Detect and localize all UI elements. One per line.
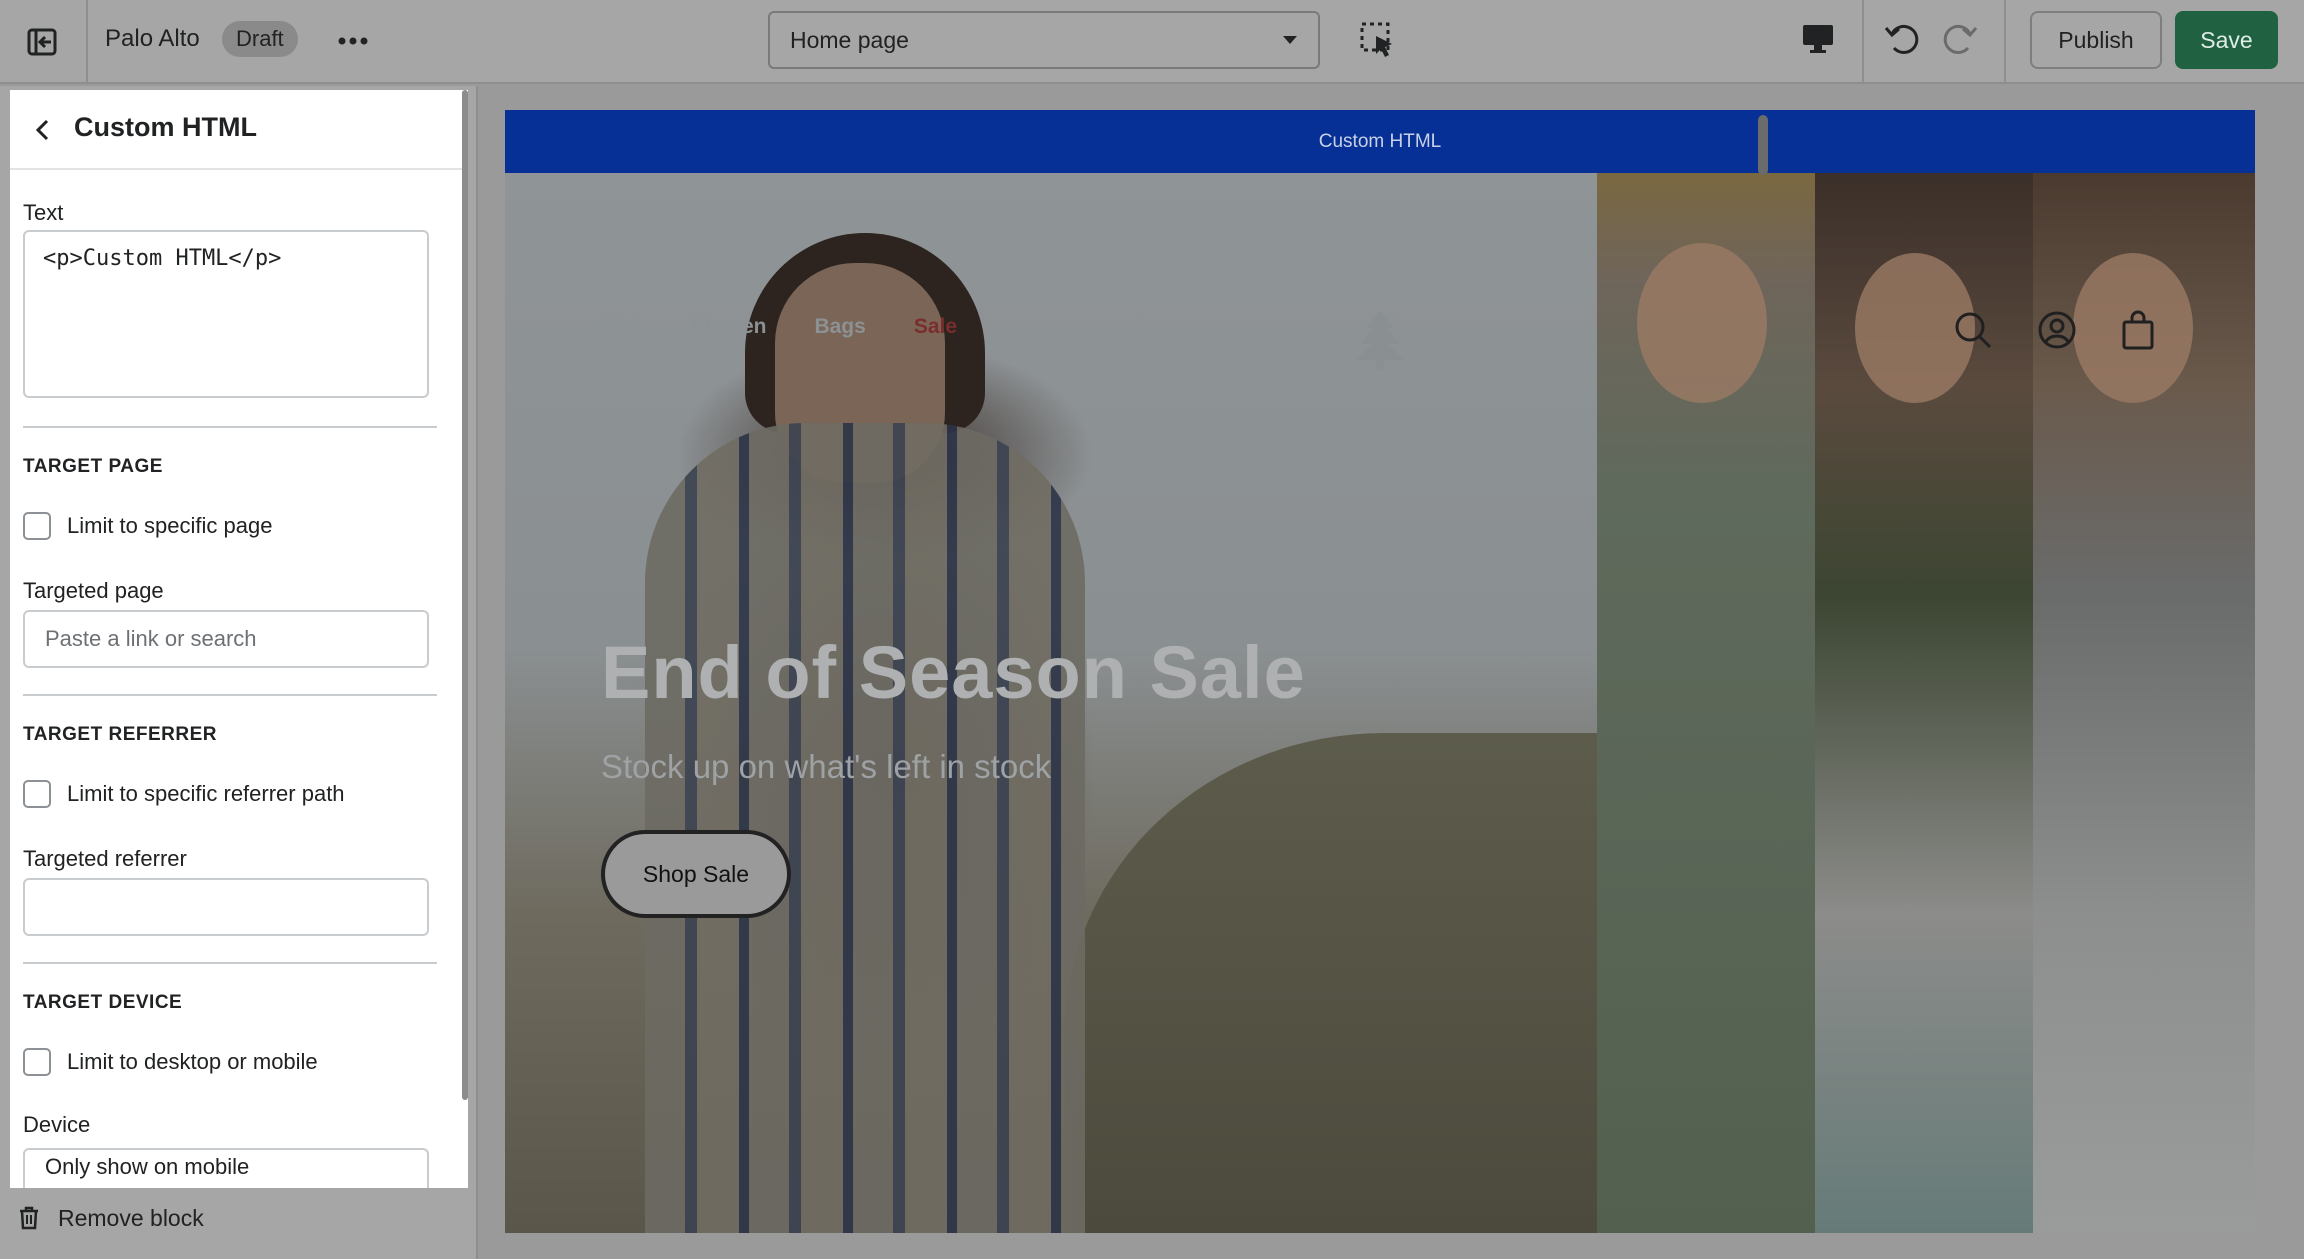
- chevron-left-icon: [35, 119, 49, 141]
- block-settings-panel: Custom HTML Text <p>Custom HTML</p> TARG…: [10, 90, 468, 1188]
- undo-icon: [1884, 24, 1919, 54]
- exit-editor-button[interactable]: [16, 18, 68, 66]
- panel-title: Custom HTML: [74, 112, 257, 142]
- nav-bags[interactable]: Bags: [814, 315, 865, 339]
- model-1-face: [1637, 243, 1767, 403]
- top-bar: Palo Alto Draft Home page Publish Save: [0, 0, 2304, 84]
- limit-device-checkbox[interactable]: [23, 1048, 51, 1076]
- publish-button[interactable]: Publish: [2030, 11, 2162, 69]
- model-1: [1597, 173, 1815, 1233]
- store-name: Palo Alto: [105, 25, 200, 52]
- remove-block-button[interactable]: Remove block: [18, 1200, 204, 1236]
- store-nav: Men Women Bags Sale: [601, 315, 957, 339]
- divider: [2004, 0, 2006, 84]
- limit-page-label: Limit to specific page: [67, 513, 273, 538]
- ellipsis-icon: [338, 37, 368, 45]
- device-select[interactable]: Only show on mobile: [23, 1148, 429, 1188]
- nav-sale[interactable]: Sale: [914, 315, 957, 339]
- inspector-button[interactable]: [1358, 20, 1398, 62]
- undo-button[interactable]: [1882, 18, 1926, 62]
- preview-scrollbar[interactable]: [1757, 110, 1769, 1233]
- search-icon[interactable]: [1953, 310, 1993, 350]
- hero-subtitle: Stock up on what's left in stock: [601, 748, 1052, 785]
- html-textarea[interactable]: <p>Custom HTML</p>: [23, 230, 429, 398]
- limit-device-checkbox-row[interactable]: Limit to desktop or mobile: [23, 1046, 318, 1078]
- target-device-heading: TARGET DEVICE: [23, 992, 183, 1013]
- device-label: Device: [23, 1112, 91, 1137]
- hero-hill: [1065, 733, 1597, 1233]
- divider: [23, 426, 437, 428]
- limit-device-label: Limit to desktop or mobile: [67, 1049, 318, 1074]
- custom-html-block[interactable]: Custom HTML: [505, 110, 2255, 173]
- page-select[interactable]: Home page: [768, 11, 1320, 69]
- scrollbar-thumb[interactable]: [462, 90, 468, 1100]
- desktop-view-button[interactable]: [1800, 20, 1840, 62]
- page-select-value: Home page: [790, 27, 909, 53]
- redo-button[interactable]: [1940, 18, 1984, 62]
- hero-title: End of Season Sale: [601, 631, 1306, 714]
- targeted-page-input[interactable]: Paste a link or search: [23, 610, 429, 668]
- limit-referrer-label: Limit to specific referrer path: [67, 781, 345, 806]
- account-icon[interactable]: [2037, 310, 2077, 350]
- nav-men[interactable]: Men: [601, 315, 643, 339]
- shop-sale-button[interactable]: Shop Sale: [601, 830, 791, 918]
- trash-icon: [20, 1206, 38, 1230]
- save-button[interactable]: Save: [2175, 11, 2278, 69]
- limit-referrer-checkbox-row[interactable]: Limit to specific referrer path: [23, 778, 345, 810]
- target-page-heading: TARGET PAGE: [23, 456, 163, 477]
- panel-scrollbar[interactable]: [462, 90, 468, 1110]
- remove-block-label: Remove block: [58, 1204, 204, 1231]
- cart-icon[interactable]: [2121, 310, 2155, 350]
- text-label: Text: [23, 200, 64, 225]
- targeted-page-label: Targeted page: [23, 578, 164, 603]
- store-nav-icons: [1953, 310, 2155, 350]
- limit-referrer-checkbox[interactable]: [23, 780, 51, 808]
- divider: [23, 694, 437, 696]
- divider: [23, 962, 437, 964]
- select-cursor-icon: [1360, 22, 1392, 57]
- hero-image-right: [1597, 173, 2255, 1233]
- more-actions-button[interactable]: [332, 20, 374, 62]
- exit-icon: [27, 28, 57, 56]
- desktop-icon: [1803, 25, 1833, 53]
- hero-jacket: [645, 423, 1085, 1233]
- back-button[interactable]: [24, 112, 60, 148]
- store-preview[interactable]: Custom HTML Men Women Bags Sale End of S…: [505, 110, 2255, 1233]
- limit-page-checkbox[interactable]: [23, 512, 51, 540]
- nav-women[interactable]: Women: [691, 315, 766, 339]
- divider: [1862, 0, 1864, 84]
- limit-page-checkbox-row[interactable]: Limit to specific page: [23, 510, 272, 542]
- target-referrer-heading: TARGET REFERRER: [23, 724, 217, 745]
- targeted-referrer-input[interactable]: [23, 878, 429, 936]
- scrollbar-thumb[interactable]: [1758, 115, 1768, 175]
- targeted-referrer-label: Targeted referrer: [23, 846, 187, 871]
- tree-logo-icon[interactable]: [1352, 308, 1408, 372]
- redo-icon: [1943, 24, 1978, 54]
- divider: [86, 0, 88, 84]
- caret-down-icon: [1283, 36, 1297, 44]
- status-badge: Draft: [222, 21, 298, 57]
- panel-header: Custom HTML: [10, 90, 468, 170]
